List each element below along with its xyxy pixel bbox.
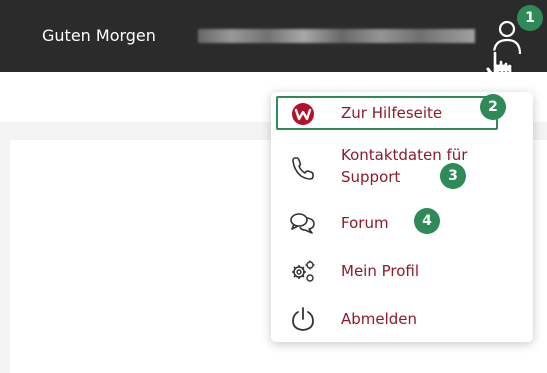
menu-item-label: Zur Hilfeseite (341, 104, 443, 122)
menu-item-label: Abmelden (341, 310, 418, 328)
step-badge-3: 3 (440, 163, 466, 189)
user-dropdown-menu: Zur Hilfeseite Kontaktdaten für Support … (271, 92, 533, 342)
step-badge-2: 2 (480, 94, 506, 120)
menu-item-label: Mein Profil (341, 262, 420, 280)
step-badge-4: 4 (414, 208, 440, 234)
settings-gears-icon (289, 257, 317, 285)
chat-bubbles-icon (289, 209, 317, 237)
step-badge-1: 1 (517, 5, 543, 31)
menu-item-label: Forum (341, 214, 389, 232)
w-logo-icon (289, 100, 317, 128)
menu-item-logout[interactable]: Abmelden (271, 303, 533, 335)
top-bar: Guten Morgen (0, 0, 547, 83)
menu-item-contact-support[interactable]: Kontaktdaten für Support (271, 142, 533, 198)
menu-item-my-profile[interactable]: Mein Profil (271, 255, 533, 287)
phone-icon (289, 154, 317, 182)
power-icon (289, 305, 317, 333)
greeting-text: Guten Morgen (42, 26, 156, 45)
menu-item-forum[interactable]: Forum (271, 207, 533, 239)
redacted-username (198, 29, 475, 43)
